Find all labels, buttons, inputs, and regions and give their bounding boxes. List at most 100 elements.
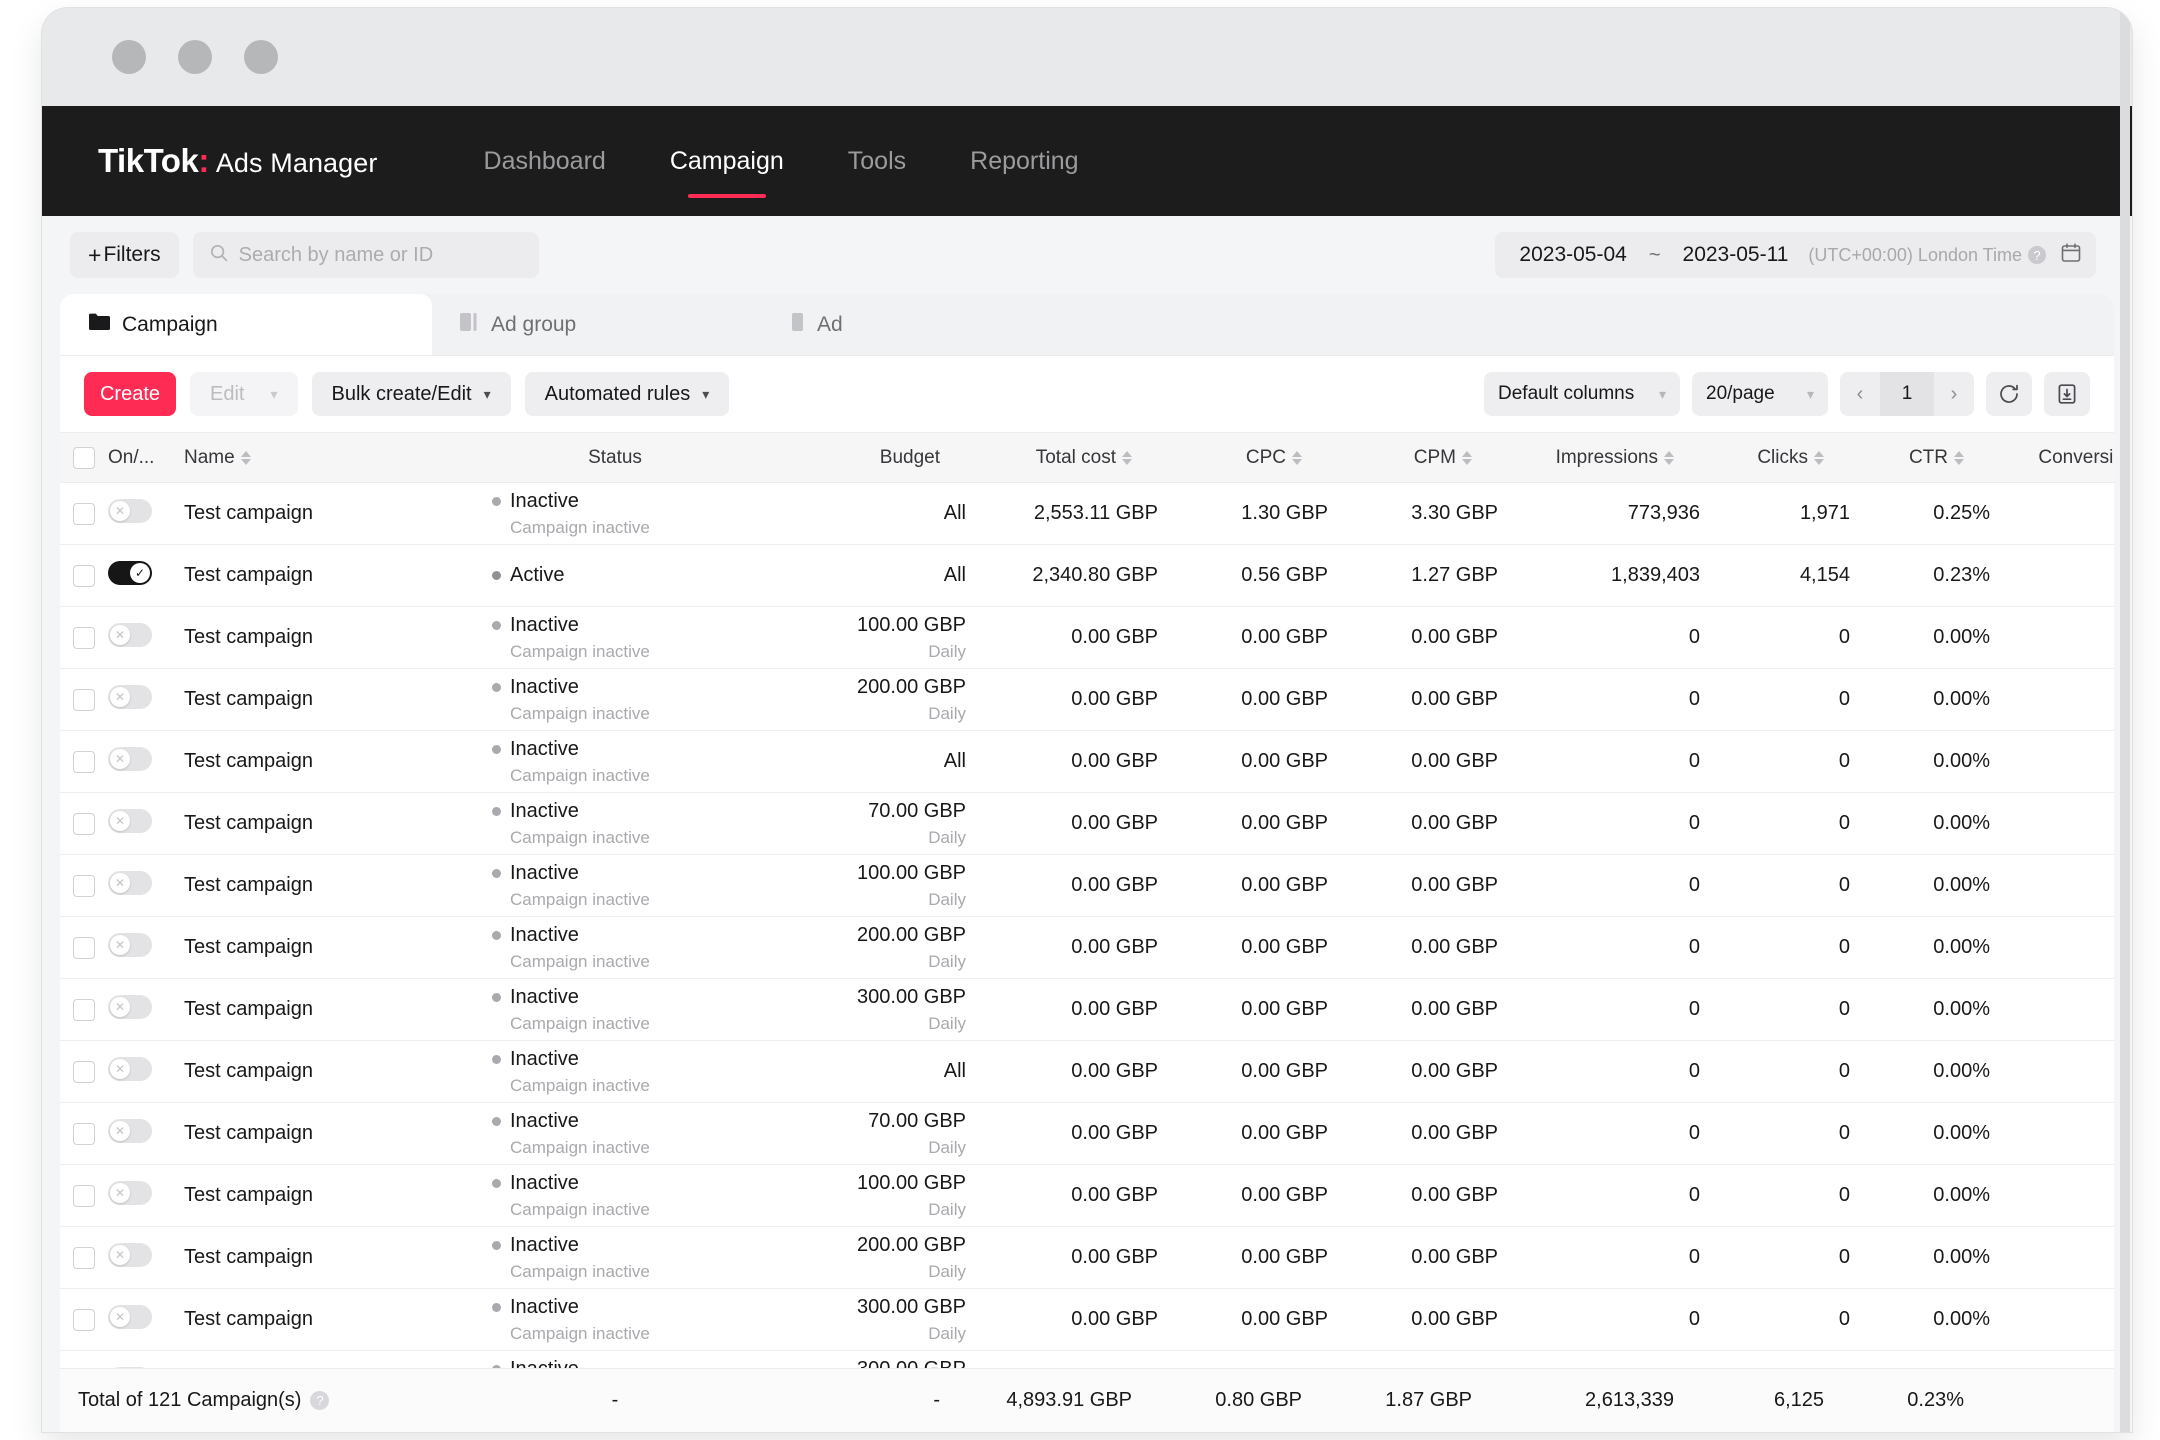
window-dot-minimize[interactable] xyxy=(178,40,212,74)
brand-logo[interactable]: TikTok: Ads Manager xyxy=(98,142,378,180)
row-status-toggle[interactable]: ✕ xyxy=(108,1304,152,1329)
table-row[interactable]: ✕ Test campaign Inactive Campaign inactive 1… xyxy=(60,855,2114,917)
col-header-ctr[interactable]: CTR xyxy=(1850,432,1990,483)
row-checkbox[interactable] xyxy=(73,750,95,773)
table-row[interactable]: ✕ Test campaign Inactive Campaign inactive 3… xyxy=(60,1289,2114,1351)
sort-icon[interactable] xyxy=(1292,450,1302,465)
sort-icon[interactable] xyxy=(1462,450,1472,465)
table-row[interactable]: ✕ Test campaign Inactive Campaign inactive 2… xyxy=(60,1227,2114,1289)
row-status-toggle[interactable]: ✕ xyxy=(108,870,152,895)
row-status-toggle[interactable]: ✕ xyxy=(108,684,152,709)
col-header-status[interactable]: Status xyxy=(456,432,774,483)
timezone-help-icon[interactable]: ? xyxy=(2028,246,2046,264)
row-status-toggle[interactable]: ✕ xyxy=(108,808,152,833)
window-dot-maximize[interactable] xyxy=(244,40,278,74)
table-row[interactable]: ✕ Test campaign Inactive Campaign inactive 2… xyxy=(60,669,2114,731)
table-row[interactable]: ✕ Test campaign Inactive Campaign inactive 1… xyxy=(60,607,2114,669)
row-checkbox[interactable] xyxy=(73,564,95,587)
row-checkbox[interactable] xyxy=(73,502,95,525)
row-campaign-name[interactable]: Test campaign xyxy=(184,626,313,648)
row-checkbox[interactable] xyxy=(73,1122,95,1145)
table-row[interactable]: ✓ Test campaign Active All 2,340.80 GBP 0.56 … xyxy=(60,545,2114,607)
sort-icon[interactable] xyxy=(1954,450,1964,465)
table-row[interactable]: ✕ Test campaign Inactive Campaign inactive 3… xyxy=(60,979,2114,1041)
row-campaign-name[interactable]: Test campaign xyxy=(184,1184,313,1206)
row-status-toggle[interactable]: ✕ xyxy=(108,746,152,771)
row-campaign-name[interactable]: Test campaign xyxy=(184,1246,313,1268)
table-row[interactable]: ✕ Test campaign Inactive Campaign inactive A… xyxy=(60,483,2114,545)
col-header-budget[interactable]: Budget xyxy=(774,432,966,483)
refresh-button[interactable] xyxy=(1986,372,2032,416)
row-campaign-name[interactable]: Test campaign xyxy=(184,1122,313,1144)
page-size-select[interactable]: 20/page ▾ xyxy=(1692,372,1828,416)
tab-ad-group[interactable]: Ad group xyxy=(432,294,762,355)
table-row[interactable]: ✕ Test campaign Inactive Campaign inactive 2… xyxy=(60,917,2114,979)
nav-item-dashboard[interactable]: Dashboard xyxy=(452,147,638,176)
row-status-toggle[interactable]: ✕ xyxy=(108,622,152,647)
row-campaign-name[interactable]: Test campaign xyxy=(184,502,313,524)
row-campaign-name[interactable]: Test campaign xyxy=(184,998,313,1020)
row-status-toggle[interactable]: ✕ xyxy=(108,1180,152,1205)
nav-item-campaign[interactable]: Campaign xyxy=(638,147,816,176)
date-range-picker[interactable]: 2023-05-04 ~ 2023-05-11 (UTC+00:00) Lond… xyxy=(1495,232,2096,278)
columns-select[interactable]: Default columns ▾ xyxy=(1484,372,1680,416)
row-campaign-name[interactable]: Test campaign xyxy=(184,874,313,896)
col-header-name[interactable]: Name xyxy=(184,432,456,483)
bulk-create-edit-button[interactable]: Bulk create/Edit ▾ xyxy=(311,372,511,416)
page-number-input[interactable]: 1 xyxy=(1880,372,1934,416)
sort-icon[interactable] xyxy=(240,450,251,465)
table-row[interactable]: ✕ Test campaign Inactive Campaign inactive 7… xyxy=(60,1103,2114,1165)
row-checkbox[interactable] xyxy=(73,688,95,711)
row-campaign-name[interactable]: Test campaign xyxy=(184,812,313,834)
table-row[interactable]: ✕ Test campaign Inactive Campaign inactive A… xyxy=(60,1041,2114,1103)
row-checkbox[interactable] xyxy=(73,1246,95,1269)
row-campaign-name[interactable]: Test campaign xyxy=(184,1060,313,1082)
prev-page-button[interactable]: ‹ xyxy=(1840,372,1880,416)
row-status-toggle[interactable]: ✕ xyxy=(108,932,152,957)
filters-button[interactable]: + Filters xyxy=(70,232,179,278)
search-input[interactable] xyxy=(238,243,523,267)
row-status-toggle[interactable]: ✕ xyxy=(108,994,152,1019)
row-status-toggle[interactable]: ✓ xyxy=(108,560,152,585)
row-status-toggle[interactable]: ✕ xyxy=(108,1118,152,1143)
totals-help-icon[interactable]: ? xyxy=(310,1391,330,1411)
row-status-toggle[interactable]: ✕ xyxy=(108,1242,152,1267)
automated-rules-button[interactable]: Automated rules ▾ xyxy=(524,372,730,416)
col-header-cpm[interactable]: CPM xyxy=(1328,432,1498,483)
tab-campaign[interactable]: Campaign xyxy=(60,294,432,355)
select-all-checkbox[interactable] xyxy=(73,446,95,469)
row-checkbox[interactable] xyxy=(73,626,95,649)
next-page-button[interactable]: › xyxy=(1934,372,1974,416)
row-checkbox[interactable] xyxy=(73,936,95,959)
row-campaign-name[interactable]: Test campaign xyxy=(184,688,313,710)
sort-icon[interactable] xyxy=(1664,450,1674,465)
col-header-conversions[interactable]: Conversions xyxy=(1990,432,2114,483)
col-header-cpc[interactable]: CPC xyxy=(1158,432,1328,483)
row-checkbox[interactable] xyxy=(73,874,95,897)
table-row[interactable]: ✕ Test campaign Inactive Campaign inactive A… xyxy=(60,731,2114,793)
row-status-toggle[interactable]: ✕ xyxy=(108,1056,152,1081)
row-checkbox[interactable] xyxy=(73,1308,95,1331)
sort-icon[interactable] xyxy=(1814,450,1824,465)
date-end[interactable]: 2023-05-11 xyxy=(1673,243,1799,267)
row-checkbox[interactable] xyxy=(73,1184,95,1207)
row-campaign-name[interactable]: Test campaign xyxy=(184,936,313,958)
date-start[interactable]: 2023-05-04 xyxy=(1509,243,1636,267)
col-header-clicks[interactable]: Clicks xyxy=(1700,432,1850,483)
col-header-onoff[interactable]: On/... xyxy=(108,432,184,483)
row-status-toggle[interactable]: ✕ xyxy=(108,498,152,523)
row-campaign-name[interactable]: Test campaign xyxy=(184,564,313,586)
row-campaign-name[interactable]: Test campaign xyxy=(184,750,313,772)
create-button[interactable]: Create xyxy=(84,372,176,416)
nav-item-tools[interactable]: Tools xyxy=(816,147,938,176)
col-header-impressions[interactable]: Impressions xyxy=(1498,432,1700,483)
window-dot-close[interactable] xyxy=(112,40,146,74)
row-campaign-name[interactable]: Test campaign xyxy=(184,1308,313,1330)
sort-icon[interactable] xyxy=(1122,450,1132,465)
col-header-total-cost[interactable]: Total cost xyxy=(966,432,1158,483)
search-box[interactable] xyxy=(192,232,539,278)
row-checkbox[interactable] xyxy=(73,998,95,1021)
row-checkbox[interactable] xyxy=(73,812,95,835)
vertical-scrollbar[interactable] xyxy=(2120,8,2130,1432)
table-row[interactable]: ✕ Test campaign Inactive Campaign inactive 1… xyxy=(60,1165,2114,1227)
